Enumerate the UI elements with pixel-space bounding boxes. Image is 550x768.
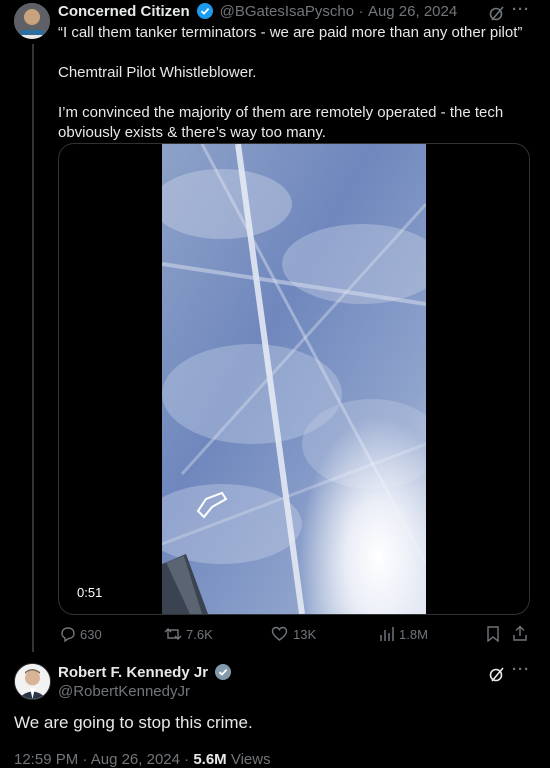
thread-line [32, 44, 34, 652]
avatar[interactable] [14, 663, 51, 700]
more-icon[interactable]: ··· [512, 661, 530, 678]
verified-badge-icon [197, 3, 214, 24]
like-button[interactable]: 13K [271, 626, 316, 647]
tweet-line-4: obviously exists & there’s way too many. [58, 124, 326, 141]
tweet-line-1: “I call them tanker terminators - we are… [58, 24, 523, 41]
reply-meta: 12:59 PM · Aug 26, 2024 · 5.6M Views [14, 751, 271, 768]
separator: · [82, 751, 88, 768]
repost-icon [164, 628, 182, 640]
views-button[interactable]: 1.8M [379, 626, 428, 647]
reply-time[interactable]: 12:59 PM [14, 751, 78, 768]
video-duration: 0:51 [71, 583, 109, 602]
video-player[interactable] [58, 143, 530, 615]
repost-count: 7.6K [186, 627, 213, 642]
repost-button[interactable]: 7.6K [164, 626, 213, 647]
reply-views-count: 5.6M [193, 751, 227, 768]
tweet-text: “I call them tanker terminators - we are… [58, 23, 538, 143]
reply-count: 630 [80, 627, 102, 642]
share-button[interactable] [512, 625, 528, 647]
reply-icon [61, 627, 75, 643]
bookmark-icon [487, 626, 499, 643]
tweet-header: Concerned Citizen @BGatesIsaPyscho · Aug… [58, 3, 457, 24]
like-count: 13K [293, 627, 317, 642]
share-icon [513, 625, 527, 641]
reply-author-handle[interactable]: @RobertKennedyJr [58, 683, 190, 700]
author-name[interactable]: Concerned Citizen [58, 3, 190, 20]
avatar[interactable] [14, 3, 50, 39]
separator: · [358, 3, 364, 20]
heart-icon [271, 626, 288, 641]
reply-button[interactable]: 630 [60, 626, 102, 647]
reply-text: We are going to stop this crime. [14, 713, 253, 732]
reply-header: Robert F. Kennedy Jr [58, 664, 233, 685]
tweet-date[interactable]: Aug 26, 2024 [368, 3, 457, 20]
author-handle[interactable]: @BGatesIsaPyscho [220, 3, 354, 20]
bookmark-button[interactable] [486, 626, 500, 647]
video-frame [162, 144, 426, 614]
verified-badge-icon [215, 664, 232, 685]
hand-cursor-icon [192, 489, 228, 524]
reply-views-label: Views [230, 751, 271, 768]
reply-date[interactable]: Aug 26, 2024 [91, 751, 180, 768]
analytics-icon [380, 627, 394, 641]
grok-icon[interactable] [489, 666, 505, 687]
reply-author-name[interactable]: Robert F. Kennedy Jr [58, 664, 208, 681]
tweet-line-3: I’m convinced the majority of them are r… [58, 104, 504, 121]
separator: · [184, 751, 190, 768]
more-icon[interactable]: ··· [512, 1, 530, 18]
action-bar: 630 7.6K 13K 1.8M [58, 624, 538, 644]
view-count: 1.8M [399, 627, 428, 642]
tweet-line-2: Chemtrail Pilot Whistleblower. [58, 64, 257, 81]
